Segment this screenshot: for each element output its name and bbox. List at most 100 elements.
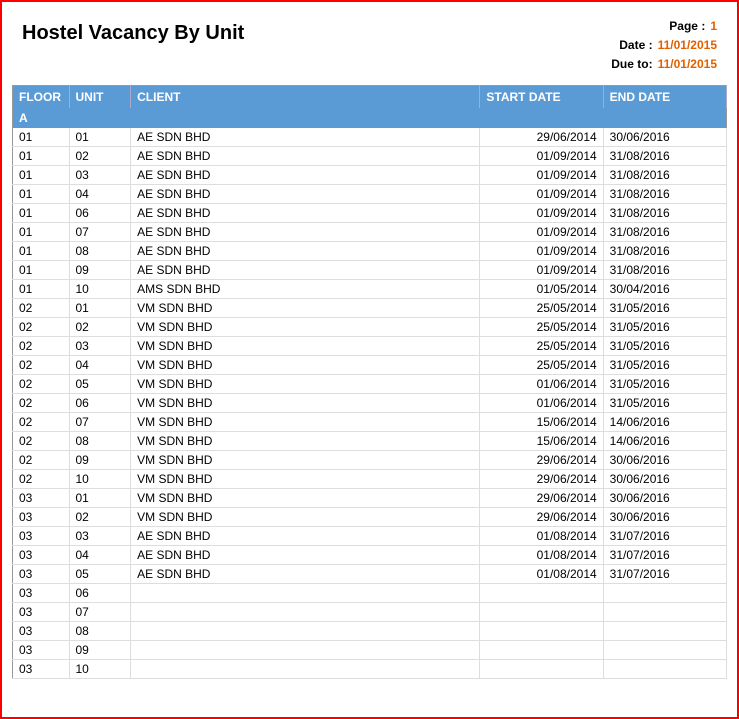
cell-client: AE SDN BHD bbox=[131, 545, 480, 564]
cell-start-date: 01/06/2014 bbox=[480, 393, 603, 412]
due-value: 11/01/2015 bbox=[658, 55, 717, 74]
page-row: Page : 1 bbox=[611, 17, 717, 36]
cell-unit: 07 bbox=[69, 602, 131, 621]
table-row: 0305AE SDN BHD01/08/201431/07/2016 bbox=[13, 564, 727, 583]
cell-start-date: 01/08/2014 bbox=[480, 526, 603, 545]
cell-unit: 02 bbox=[69, 507, 131, 526]
cell-floor: 03 bbox=[13, 640, 70, 659]
date-value: 11/01/2015 bbox=[658, 36, 717, 55]
col-header-end: END DATE bbox=[603, 85, 726, 108]
cell-start-date: 25/05/2014 bbox=[480, 298, 603, 317]
cell-start-date: 15/06/2014 bbox=[480, 412, 603, 431]
cell-start-date: 25/05/2014 bbox=[480, 317, 603, 336]
cell-end-date bbox=[603, 621, 726, 640]
cell-end-date: 14/06/2016 bbox=[603, 412, 726, 431]
cell-client bbox=[131, 583, 480, 602]
cell-end-date: 14/06/2016 bbox=[603, 431, 726, 450]
cell-client: AE SDN BHD bbox=[131, 564, 480, 583]
table-row: 0309 bbox=[13, 640, 727, 659]
cell-client: AE SDN BHD bbox=[131, 146, 480, 165]
cell-floor: 03 bbox=[13, 621, 70, 640]
cell-client: VM SDN BHD bbox=[131, 393, 480, 412]
cell-floor: 01 bbox=[13, 279, 70, 298]
cell-start-date: 29/06/2014 bbox=[480, 469, 603, 488]
cell-client: AE SDN BHD bbox=[131, 203, 480, 222]
cell-end-date: 30/06/2016 bbox=[603, 507, 726, 526]
table-row: 0109AE SDN BHD01/09/201431/08/2016 bbox=[13, 260, 727, 279]
cell-start-date: 01/06/2014 bbox=[480, 374, 603, 393]
cell-floor: 03 bbox=[13, 602, 70, 621]
cell-start-date bbox=[480, 583, 603, 602]
cell-floor: 03 bbox=[13, 659, 70, 678]
cell-start-date: 29/06/2014 bbox=[480, 128, 603, 147]
cell-floor: 02 bbox=[13, 374, 70, 393]
cell-start-date: 01/09/2014 bbox=[480, 203, 603, 222]
header-section: Hostel Vacancy By Unit Page : 1 Date : 1… bbox=[12, 12, 727, 75]
col-header-start: START DATE bbox=[480, 85, 603, 108]
table-row: 0206VM SDN BHD01/06/201431/05/2016 bbox=[13, 393, 727, 412]
cell-start-date: 01/08/2014 bbox=[480, 564, 603, 583]
cell-client bbox=[131, 640, 480, 659]
cell-floor: 01 bbox=[13, 260, 70, 279]
cell-floor: 03 bbox=[13, 507, 70, 526]
cell-floor: 02 bbox=[13, 450, 70, 469]
report-title: Hostel Vacancy By Unit bbox=[12, 12, 244, 45]
cell-unit: 01 bbox=[69, 128, 131, 147]
cell-unit: 08 bbox=[69, 241, 131, 260]
cell-unit: 03 bbox=[69, 165, 131, 184]
table-row: 0107AE SDN BHD01/09/201431/08/2016 bbox=[13, 222, 727, 241]
cell-unit: 07 bbox=[69, 412, 131, 431]
cell-client: AE SDN BHD bbox=[131, 526, 480, 545]
cell-floor: 01 bbox=[13, 241, 70, 260]
cell-unit: 05 bbox=[69, 374, 131, 393]
cell-client: VM SDN BHD bbox=[131, 469, 480, 488]
cell-start-date: 01/05/2014 bbox=[480, 279, 603, 298]
cell-unit: 06 bbox=[69, 393, 131, 412]
cell-start-date: 01/09/2014 bbox=[480, 241, 603, 260]
cell-end-date: 31/07/2016 bbox=[603, 564, 726, 583]
table-row: 0310 bbox=[13, 659, 727, 678]
cell-client: VM SDN BHD bbox=[131, 317, 480, 336]
cell-unit: 04 bbox=[69, 545, 131, 564]
cell-start-date bbox=[480, 621, 603, 640]
cell-client: VM SDN BHD bbox=[131, 355, 480, 374]
cell-client: VM SDN BHD bbox=[131, 374, 480, 393]
cell-end-date: 31/05/2016 bbox=[603, 374, 726, 393]
cell-unit: 01 bbox=[69, 488, 131, 507]
cell-start-date: 01/09/2014 bbox=[480, 222, 603, 241]
cell-client: AE SDN BHD bbox=[131, 128, 480, 147]
table-row: 0101AE SDN BHD29/06/201430/06/2016 bbox=[13, 128, 727, 147]
table-body: A0101AE SDN BHD29/06/201430/06/20160102A… bbox=[13, 108, 727, 679]
cell-start-date: 01/09/2014 bbox=[480, 146, 603, 165]
cell-unit: 09 bbox=[69, 260, 131, 279]
cell-unit: 05 bbox=[69, 564, 131, 583]
cell-client: VM SDN BHD bbox=[131, 336, 480, 355]
cell-unit: 01 bbox=[69, 298, 131, 317]
cell-client: AE SDN BHD bbox=[131, 165, 480, 184]
page-value: 1 bbox=[710, 17, 717, 36]
cell-start-date: 25/05/2014 bbox=[480, 355, 603, 374]
cell-client: AE SDN BHD bbox=[131, 241, 480, 260]
table-row: 0301VM SDN BHD29/06/201430/06/2016 bbox=[13, 488, 727, 507]
cell-end-date: 31/05/2016 bbox=[603, 336, 726, 355]
cell-unit: 06 bbox=[69, 583, 131, 602]
cell-end-date: 31/08/2016 bbox=[603, 222, 726, 241]
table-header-row: FLOOR UNIT CLIENT START DATE END DATE bbox=[13, 85, 727, 108]
cell-floor: 03 bbox=[13, 564, 70, 583]
cell-floor: 02 bbox=[13, 469, 70, 488]
cell-start-date: 01/09/2014 bbox=[480, 260, 603, 279]
cell-floor: 01 bbox=[13, 184, 70, 203]
cell-start-date: 29/06/2014 bbox=[480, 507, 603, 526]
cell-floor: 02 bbox=[13, 336, 70, 355]
cell-client: VM SDN BHD bbox=[131, 298, 480, 317]
cell-floor: 01 bbox=[13, 222, 70, 241]
due-label: Due to: bbox=[611, 55, 652, 74]
main-table: FLOOR UNIT CLIENT START DATE END DATE A0… bbox=[12, 85, 727, 679]
cell-floor: 03 bbox=[13, 583, 70, 602]
cell-floor: 02 bbox=[13, 412, 70, 431]
cell-floor: 01 bbox=[13, 203, 70, 222]
table-row: 0104AE SDN BHD01/09/201431/08/2016 bbox=[13, 184, 727, 203]
cell-floor: 03 bbox=[13, 488, 70, 507]
cell-end-date: 31/08/2016 bbox=[603, 203, 726, 222]
table-row: 0203VM SDN BHD25/05/201431/05/2016 bbox=[13, 336, 727, 355]
